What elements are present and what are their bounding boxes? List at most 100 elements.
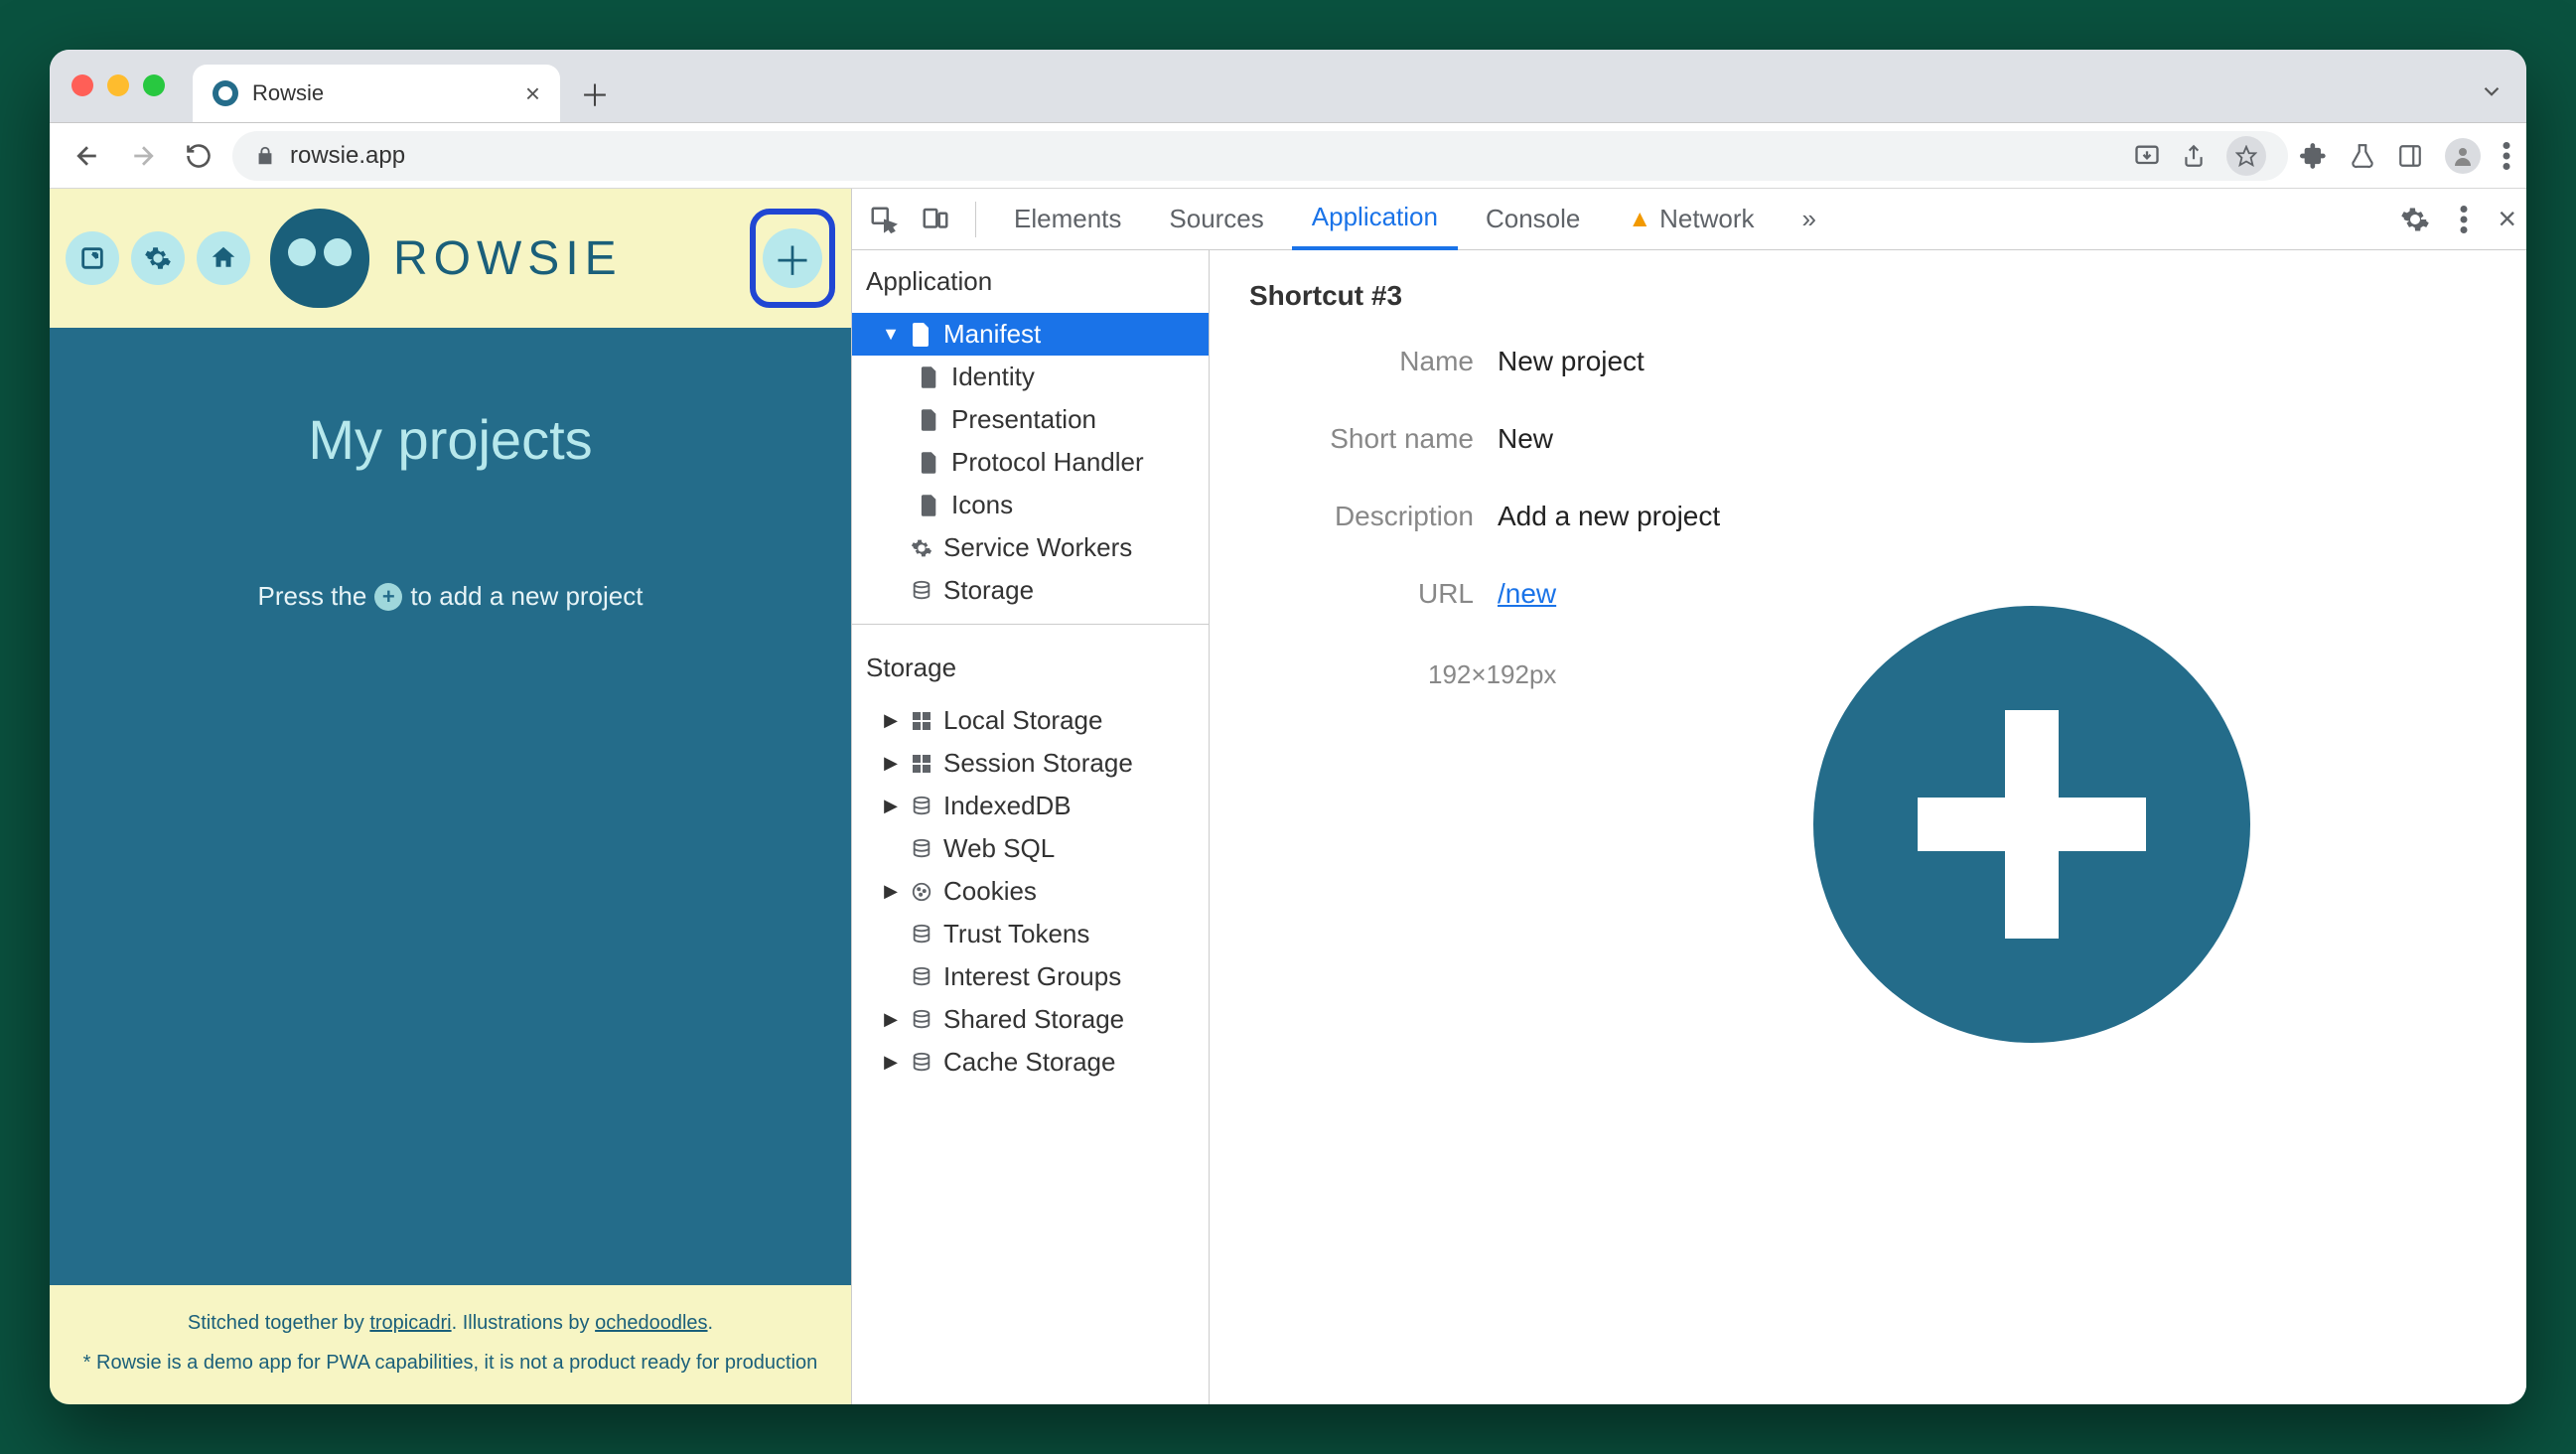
tab-elements[interactable]: Elements bbox=[994, 189, 1141, 250]
database-icon bbox=[910, 796, 933, 817]
devtools-panel: Elements Sources Application Console ▲ N… bbox=[851, 189, 2526, 1404]
footer-disclaimer: * Rowsie is a demo app for PWA capabilit… bbox=[60, 1343, 841, 1382]
lock-icon bbox=[254, 145, 276, 167]
app-footer: Stitched together by tropicadri. Illustr… bbox=[50, 1285, 851, 1404]
sidebar-item-indexeddb[interactable]: ▶ IndexedDB bbox=[852, 785, 1209, 827]
labs-button[interactable] bbox=[2350, 143, 2375, 169]
shortcut-icon-preview bbox=[1813, 606, 2250, 1043]
close-tab-button[interactable]: × bbox=[525, 78, 540, 109]
back-button[interactable] bbox=[66, 134, 109, 178]
tab-network[interactable]: ▲ Network bbox=[1608, 189, 1774, 250]
rowsie-app: ROWSIE ＋ My projects Press the + to add … bbox=[50, 189, 851, 1404]
bookmark-button[interactable] bbox=[2226, 136, 2266, 176]
share-button[interactable] bbox=[2181, 143, 2207, 169]
hint-text-after: to add a new project bbox=[410, 581, 643, 612]
sidebar-item-service-workers[interactable]: Service Workers bbox=[852, 526, 1209, 569]
devtools-body: Application ▼ Manifest Identity bbox=[852, 250, 2526, 1404]
chevron-right-icon: ▶ bbox=[882, 753, 900, 774]
sidebar-item-local-storage[interactable]: ▶ Local Storage bbox=[852, 699, 1209, 742]
value-url-link[interactable]: /new bbox=[1498, 578, 1556, 609]
profile-button[interactable] bbox=[2445, 138, 2481, 174]
window-minimize[interactable] bbox=[107, 74, 129, 96]
label-url: URL bbox=[1249, 578, 1498, 610]
device-toggle-button[interactable] bbox=[914, 205, 957, 234]
tab-application[interactable]: Application bbox=[1292, 189, 1458, 250]
sidebar-item-shared-storage[interactable]: ▶ Shared Storage bbox=[852, 998, 1209, 1041]
inspect-element-button[interactable] bbox=[862, 205, 906, 234]
tab-console[interactable]: Console bbox=[1466, 189, 1600, 250]
sidebar-item-manifest[interactable]: ▼ Manifest bbox=[852, 313, 1209, 356]
sidebar-item-session-storage[interactable]: ▶ Session Storage bbox=[852, 742, 1209, 785]
browser-window: Rowsie × ＋ rowsie.app bbox=[50, 50, 2526, 1404]
app-logo bbox=[270, 209, 369, 308]
sidebar-item-presentation[interactable]: Presentation bbox=[852, 398, 1209, 441]
footer-link-illustrator[interactable]: ochedoodles bbox=[595, 1312, 707, 1334]
new-tab-button[interactable]: ＋ bbox=[570, 69, 620, 118]
home-button[interactable] bbox=[197, 231, 250, 285]
warning-icon: ▲ bbox=[1628, 206, 1651, 233]
favicon-icon bbox=[213, 80, 238, 106]
tab-sources[interactable]: Sources bbox=[1149, 189, 1283, 250]
sidebar-item-protocol-handler[interactable]: Protocol Handler bbox=[852, 441, 1209, 484]
devtools-settings-button[interactable] bbox=[2400, 205, 2430, 234]
content-area: ROWSIE ＋ My projects Press the + to add … bbox=[50, 189, 2526, 1404]
label-name: Name bbox=[1249, 346, 1498, 377]
reload-button[interactable] bbox=[177, 134, 220, 178]
add-project-button[interactable]: ＋ bbox=[763, 228, 822, 288]
reading-list-button[interactable] bbox=[2397, 143, 2423, 169]
chevron-right-icon: ▶ bbox=[882, 1052, 900, 1073]
tab-more[interactable]: » bbox=[1783, 189, 1836, 250]
grid-icon bbox=[910, 711, 933, 731]
devtools-tabs: Elements Sources Application Console ▲ N… bbox=[852, 189, 2526, 250]
sidebar-item-trust-tokens[interactable]: Trust Tokens bbox=[852, 913, 1209, 955]
value-name: New project bbox=[1498, 346, 1645, 377]
window-close[interactable] bbox=[72, 74, 93, 96]
export-button[interactable] bbox=[66, 231, 119, 285]
sidebar-item-cache-storage[interactable]: ▶ Cache Storage bbox=[852, 1041, 1209, 1084]
cookie-icon bbox=[910, 881, 933, 903]
shortcut-title: Shortcut #3 bbox=[1249, 280, 2487, 312]
tab-title: Rowsie bbox=[252, 80, 511, 106]
sidebar-item-identity[interactable]: Identity bbox=[852, 356, 1209, 398]
devtools-menu-button[interactable] bbox=[2460, 206, 2468, 233]
file-icon bbox=[918, 409, 941, 431]
footer-text-1: Stitched together by bbox=[188, 1312, 369, 1334]
devtools-close-button[interactable]: × bbox=[2498, 201, 2516, 237]
chevron-down-icon: ▼ bbox=[882, 324, 900, 345]
omnibox[interactable]: rowsie.app bbox=[232, 131, 2288, 181]
database-icon bbox=[910, 924, 933, 945]
sidebar-item-icons[interactable]: Icons bbox=[852, 484, 1209, 526]
forward-button[interactable] bbox=[121, 134, 165, 178]
file-icon bbox=[918, 452, 941, 474]
file-icon bbox=[910, 323, 933, 347]
gear-icon bbox=[910, 537, 933, 559]
section-application: Application bbox=[852, 250, 1209, 313]
extensions-button[interactable] bbox=[2300, 142, 2328, 170]
footer-link-author[interactable]: tropicadri bbox=[369, 1312, 451, 1334]
sidebar-item-cookies[interactable]: ▶ Cookies bbox=[852, 870, 1209, 913]
tab-search-button[interactable] bbox=[2479, 78, 2504, 104]
projects-body: My projects Press the + to add a new pro… bbox=[50, 328, 851, 1285]
label-description: Description bbox=[1249, 501, 1498, 532]
browser-tab[interactable]: Rowsie × bbox=[193, 65, 560, 122]
icon-dimensions: 192×192px bbox=[1249, 655, 1556, 690]
devtools-sidebar: Application ▼ Manifest Identity bbox=[852, 250, 1210, 1404]
database-icon bbox=[910, 966, 933, 988]
database-icon bbox=[910, 838, 933, 860]
settings-button[interactable] bbox=[131, 231, 185, 285]
plus-icon: + bbox=[374, 583, 402, 611]
chevron-right-icon: ▶ bbox=[882, 1009, 900, 1030]
value-description: Add a new project bbox=[1498, 501, 1720, 532]
grid-icon bbox=[910, 754, 933, 774]
file-icon bbox=[918, 495, 941, 516]
sidebar-item-web-sql[interactable]: Web SQL bbox=[852, 827, 1209, 870]
label-shortname: Short name bbox=[1249, 423, 1498, 455]
window-zoom[interactable] bbox=[143, 74, 165, 96]
url-text: rowsie.app bbox=[290, 142, 405, 170]
browser-menu-button[interactable] bbox=[2503, 142, 2510, 170]
chevron-right-icon: ▶ bbox=[882, 796, 900, 816]
sidebar-item-interest-groups[interactable]: Interest Groups bbox=[852, 955, 1209, 998]
sidebar-item-storage[interactable]: Storage bbox=[852, 569, 1209, 612]
install-button[interactable] bbox=[2133, 142, 2161, 170]
address-bar: rowsie.app bbox=[50, 123, 2526, 189]
